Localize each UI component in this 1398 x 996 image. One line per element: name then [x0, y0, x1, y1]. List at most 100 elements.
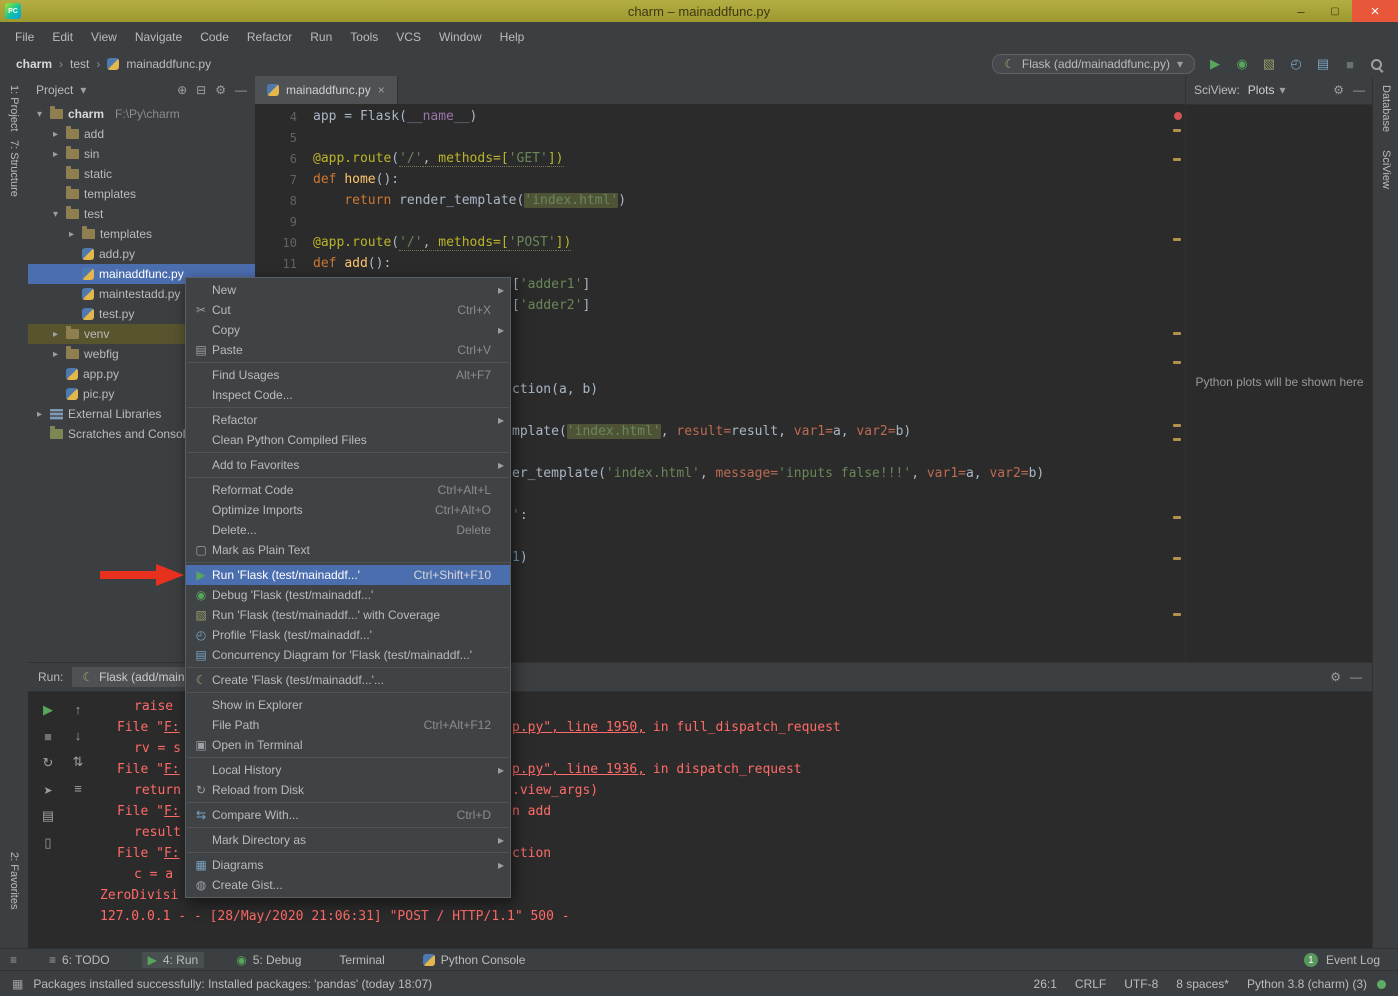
breadcrumb-item-charm[interactable]: charm: [16, 57, 52, 71]
warning-mark[interactable]: [1173, 424, 1181, 427]
stop-icon[interactable]: [44, 729, 52, 744]
tool-window-switcher-icon[interactable]: [10, 953, 17, 967]
trash-icon[interactable]: [44, 835, 51, 851]
context-menu-item-reformat-code[interactable]: Reformat CodeCtrl+Alt+L: [186, 480, 510, 500]
code-line[interactable]: 5: [255, 127, 1169, 148]
status-26-1[interactable]: 26:1: [1034, 977, 1057, 991]
tool-button-7-structure[interactable]: 7: Structure: [8, 140, 20, 197]
menu-file[interactable]: File: [6, 26, 43, 48]
run-icon[interactable]: [43, 702, 53, 718]
menu-tools[interactable]: Tools: [341, 26, 387, 48]
context-menu-item-refactor[interactable]: Refactor: [186, 410, 510, 430]
context-menu-item-new[interactable]: New: [186, 280, 510, 300]
context-menu-item-paste[interactable]: PasteCtrl+V: [186, 340, 510, 360]
run-icon[interactable]: [1207, 56, 1223, 72]
tool-button-sciview[interactable]: SciView: [1380, 150, 1392, 189]
rerun-icon[interactable]: [43, 755, 54, 771]
context-menu-item-diagrams[interactable]: Diagrams: [186, 855, 510, 875]
stop-icon[interactable]: [1342, 57, 1358, 72]
breadcrumb-item-mainaddfunc-py[interactable]: mainaddfunc.py: [126, 57, 211, 71]
tree-expand-icon[interactable]: [50, 329, 61, 340]
close-button[interactable]: [1352, 0, 1398, 22]
minimize-button[interactable]: [1284, 0, 1318, 22]
hide-panel-icon[interactable]: [1350, 670, 1362, 684]
tool-tab-event-log[interactable]: Event Log: [1326, 953, 1380, 967]
error-mark[interactable]: [1174, 112, 1182, 120]
status-utf-8[interactable]: UTF-8: [1124, 977, 1158, 991]
context-menu-item-debug-flask-test-mainaddf[interactable]: Debug 'Flask (test/mainaddf...': [186, 585, 510, 605]
profile-icon[interactable]: [1288, 56, 1304, 72]
tree-expand-icon[interactable]: [50, 349, 61, 360]
tree-item-static[interactable]: static: [28, 164, 255, 184]
tool-tab-5-debug[interactable]: 5: Debug: [230, 952, 307, 968]
run-configuration-select[interactable]: Flask (add/mainaddfunc.py): [992, 54, 1195, 74]
menu-help[interactable]: Help: [491, 26, 534, 48]
menu-refactor[interactable]: Refactor: [238, 26, 301, 48]
down-icon[interactable]: [75, 728, 82, 743]
warning-mark[interactable]: [1173, 238, 1181, 241]
concurrency-icon[interactable]: [1315, 56, 1331, 72]
tree-expand-icon[interactable]: [50, 129, 61, 140]
tree-expand-icon[interactable]: [50, 149, 61, 160]
context-menu-item-run-flask-test-mainaddf-with-coverage[interactable]: Run 'Flask (test/mainaddf...' with Cover…: [186, 605, 510, 625]
tab-plots[interactable]: Plots: [1248, 83, 1286, 97]
search-icon[interactable]: [1369, 57, 1384, 72]
context-menu-item-create-flask-test-mainaddf[interactable]: Create 'Flask (test/mainaddf...'...: [186, 670, 510, 690]
context-menu-item-open-in-terminal[interactable]: Open in Terminal: [186, 735, 510, 755]
menu-code[interactable]: Code: [191, 26, 238, 48]
tool-tab-6-todo[interactable]: 6: TODO: [43, 952, 116, 968]
context-menu-item-concurrency-diagram-for-flask-test-mainadd[interactable]: Concurrency Diagram for 'Flask (test/mai…: [186, 645, 510, 665]
tool-button-database[interactable]: Database: [1380, 85, 1392, 132]
warning-mark[interactable]: [1173, 516, 1181, 519]
context-menu-item-find-usages[interactable]: Find UsagesAlt+F7: [186, 365, 510, 385]
context-menu-item-mark-directory-as[interactable]: Mark Directory as: [186, 830, 510, 850]
context-menu-item-reload-from-disk[interactable]: Reload from Disk: [186, 780, 510, 800]
maximize-button[interactable]: [1318, 0, 1352, 22]
close-tab-icon[interactable]: [378, 83, 385, 97]
editor-tab-mainaddfunc[interactable]: mainaddfunc.py: [255, 76, 398, 104]
context-menu-item-delete[interactable]: Delete...Delete: [186, 520, 510, 540]
window-toggle-icon[interactable]: [12, 977, 23, 991]
console-line[interactable]: 127.0.0.1 - - [28/May/2020 21:06:31] "PO…: [100, 906, 1362, 927]
print-icon[interactable]: [42, 808, 54, 824]
tool-tab-python-console[interactable]: Python Console: [417, 952, 532, 968]
context-menu-item-show-in-explorer[interactable]: Show in Explorer: [186, 695, 510, 715]
menu-vcs[interactable]: VCS: [387, 26, 430, 48]
context-menu-item-clean-python-compiled-files[interactable]: Clean Python Compiled Files: [186, 430, 510, 450]
tree-collapse-icon[interactable]: [50, 209, 61, 220]
warning-mark[interactable]: [1173, 438, 1181, 441]
menu-navigate[interactable]: Navigate: [126, 26, 191, 48]
warning-mark[interactable]: [1173, 158, 1181, 161]
tree-item-test[interactable]: test: [28, 204, 255, 224]
context-menu-item-cut[interactable]: CutCtrl+X: [186, 300, 510, 320]
gear-icon[interactable]: [215, 83, 226, 97]
tree-item-add-py[interactable]: add.py: [28, 244, 255, 264]
status-python-3-8-charm-3[interactable]: Python 3.8 (charm) (3): [1247, 977, 1367, 991]
context-menu-item-profile-flask-test-mainaddf[interactable]: Profile 'Flask (test/mainaddf...': [186, 625, 510, 645]
tree-item-charm[interactable]: charmF:\Py\charm: [28, 104, 255, 124]
tree-item-templates[interactable]: templates: [28, 184, 255, 204]
collapse-all-icon[interactable]: [196, 83, 206, 97]
context-menu-item-file-path[interactable]: File PathCtrl+Alt+F12: [186, 715, 510, 735]
context-menu-item-optimize-imports[interactable]: Optimize ImportsCtrl+Alt+O: [186, 500, 510, 520]
tree-expand-icon[interactable]: [66, 229, 77, 240]
context-menu-item-copy[interactable]: Copy: [186, 320, 510, 340]
context-menu-item-local-history[interactable]: Local History: [186, 760, 510, 780]
pin-icon[interactable]: [43, 782, 52, 797]
tool-button-1-project[interactable]: 1: Project: [8, 85, 20, 131]
tree-item-templates[interactable]: templates: [28, 224, 255, 244]
coverage-icon[interactable]: [1261, 56, 1277, 72]
locate-icon[interactable]: [177, 83, 187, 97]
context-menu-item-inspect-code[interactable]: Inspect Code...: [186, 385, 510, 405]
menu-edit[interactable]: Edit: [43, 26, 82, 48]
minus-icon[interactable]: [235, 83, 247, 97]
tool-tab-terminal[interactable]: Terminal: [333, 952, 390, 968]
context-menu-item-add-to-favorites[interactable]: Add to Favorites: [186, 455, 510, 475]
status-8-spaces[interactable]: 8 spaces*: [1176, 977, 1229, 991]
context-menu-item-create-gist[interactable]: Create Gist...: [186, 875, 510, 895]
code-line[interactable]: 11def add():: [255, 253, 1169, 274]
up-icon[interactable]: [75, 702, 82, 717]
warning-mark[interactable]: [1173, 613, 1181, 616]
code-line[interactable]: 10@app.route('/', methods=['POST']): [255, 232, 1169, 253]
tool-tab-4-run[interactable]: 4: Run: [142, 952, 205, 968]
